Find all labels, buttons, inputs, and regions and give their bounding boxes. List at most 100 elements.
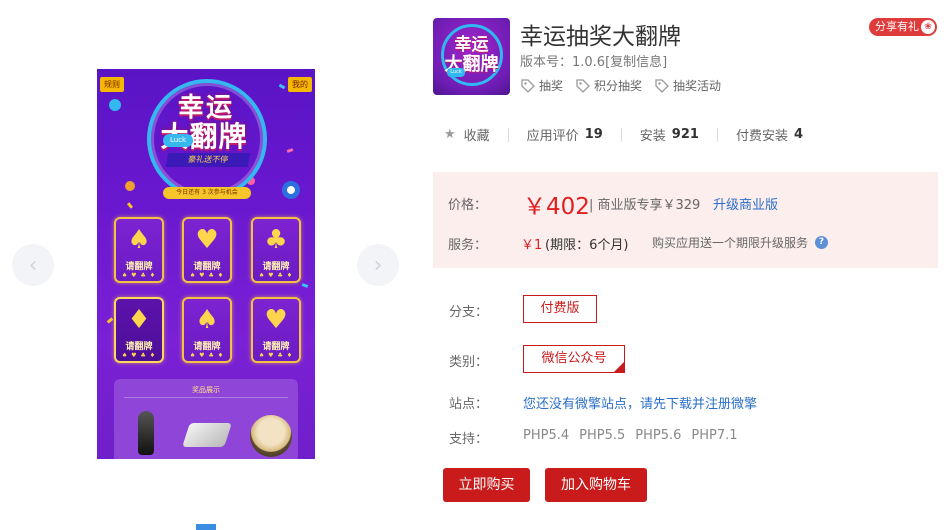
support-label: 支持： <box>449 432 489 447</box>
price-label: 价格： <box>448 198 488 213</box>
flip-card: ♠ 请翻牌 ♠ ♥ ♣ ♦ <box>182 297 232 363</box>
card-pips: ♠ ♥ ♣ ♦ <box>258 352 294 359</box>
branch-label: 分支： <box>449 305 489 320</box>
php-support-list: PHP5.4 PHP5.5 PHP5.6 PHP7.1 <box>523 428 738 443</box>
branch-option-label: 付费版 <box>540 301 580 316</box>
diamond-icon: ♦ <box>127 305 151 335</box>
tag-item[interactable]: 抽奖 <box>520 77 563 94</box>
prize-panel: 奖品展示 <box>114 379 298 459</box>
star-icon[interactable]: ★ <box>444 127 456 142</box>
php-version: PHP5.5 <box>579 428 626 443</box>
decor-ball <box>125 181 135 191</box>
install-count: 921 <box>671 127 699 142</box>
card-pips: ♠ ♥ ♣ ♦ <box>189 272 225 279</box>
screenshot-title-line2: 大翻牌 <box>160 120 248 153</box>
divider <box>620 127 622 142</box>
screenshot-ribbon: 豪礼送不停 <box>165 153 251 167</box>
tag-icon <box>521 78 535 93</box>
site-register-link[interactable]: 您还没有微擎站点，请先下载并注册微擎 <box>523 393 757 412</box>
version-info[interactable]: 版本号：1.0.6[复制信息] <box>520 51 667 70</box>
rating-count: 19 <box>584 127 603 142</box>
install-label: 安装 <box>639 129 666 144</box>
tag-icon <box>576 78 590 93</box>
gallery-next-button[interactable]: › <box>357 244 399 286</box>
tag-list: 抽奖 积分抽奖 抽奖活动 <box>520 77 721 94</box>
robot-vacuum-image <box>250 415 292 457</box>
buy-now-button[interactable]: 立即购买 <box>443 468 530 502</box>
app-icon-line2: 大翻牌 <box>444 54 499 75</box>
flip-card: ♥ 请翻牌 ♠ ♥ ♣ ♦ <box>251 297 301 363</box>
screenshot-gallery: ‹ 规则 我的 幸运 大翻牌 Luck 豪礼送不停 今日还有 3 次参与机会 ♠… <box>0 0 410 530</box>
site-label: 站点： <box>449 397 489 412</box>
paid-install-label: 付费安装 <box>735 129 788 144</box>
price-panel: 价格： ￥402 | 商业版专享￥329 升级商业版 服务： ￥1 (期限：6个… <box>433 172 938 268</box>
gift-icon: ❀ <box>921 20 935 34</box>
confetti <box>106 317 114 324</box>
decor-ball <box>282 181 300 199</box>
flip-card: ♣ 请翻牌 ♠ ♥ ♣ ♦ <box>251 217 301 283</box>
app-screenshot: 规则 我的 幸运 大翻牌 Luck 豪礼送不停 今日还有 3 次参与机会 ♠ 请… <box>97 69 315 459</box>
flip-card: ♠ 请翻牌 ♠ ♥ ♣ ♦ <box>114 217 164 283</box>
service-price: ￥1 <box>521 238 543 253</box>
card-label: 请翻牌 <box>262 262 290 272</box>
card-label: 请翻牌 <box>193 342 221 352</box>
divider <box>507 127 509 142</box>
paid-install-count: 4 <box>793 127 803 142</box>
card-pips: ♠ ♥ ♣ ♦ <box>258 272 294 279</box>
flip-card: ♦ 请翻牌 ♠ ♥ ♣ ♦ <box>114 297 164 363</box>
php-version: PHP7.1 <box>691 428 738 443</box>
category-option-label: 微信公众号 <box>541 351 607 366</box>
check-icon: ✓ <box>618 357 624 365</box>
add-to-cart-button[interactable]: 加入购物车 <box>545 468 647 502</box>
spade-icon: ♠ <box>195 305 219 335</box>
spade-icon: ♠ <box>127 225 151 255</box>
confetti <box>126 202 134 209</box>
branch-option-paid[interactable]: 付费版 <box>523 295 597 323</box>
gallery-indicator[interactable] <box>196 524 216 530</box>
card-label: 请翻牌 <box>125 262 153 272</box>
chance-pill: 今日还有 3 次参与机会 <box>163 187 251 199</box>
app-title: 幸运抽奖大翻牌 <box>520 24 681 50</box>
luck-badge: Luck <box>163 134 193 147</box>
tag-icon <box>655 78 669 93</box>
club-icon: ♣ <box>264 225 288 255</box>
category-option-wechat[interactable]: 微信公众号 ✓ <box>523 345 625 373</box>
service-term: (期限：6个月) <box>545 238 629 253</box>
power-bank-image <box>182 423 232 447</box>
chevron-left-icon: ‹ <box>28 252 38 278</box>
tag-item[interactable]: 积分抽奖 <box>575 77 642 94</box>
share-button[interactable]: 分享有礼 ❀ <box>869 18 937 36</box>
gallery-prev-button[interactable]: ‹ <box>12 244 54 286</box>
card-pips: ♠ ♥ ♣ ♦ <box>121 272 157 279</box>
price-value: ￥402 <box>523 194 590 220</box>
tag-label: 抽奖 <box>539 79 564 93</box>
tag-label: 积分抽奖 <box>594 79 643 93</box>
help-icon[interactable]: ? <box>815 236 828 249</box>
stats-bar: ★ 收藏 应用评价 19 安装 921 付费安装 4 <box>444 125 803 144</box>
service-label: 服务： <box>448 238 488 253</box>
rating-label[interactable]: 应用评价 <box>527 125 579 144</box>
tag-label: 抽奖活动 <box>673 79 722 93</box>
upgrade-link[interactable]: 升级商业版 <box>713 194 778 213</box>
card-label: 请翻牌 <box>262 342 290 352</box>
divider <box>124 397 288 398</box>
card-pips: ♠ ♥ ♣ ♦ <box>121 352 157 359</box>
shaver-image <box>138 411 154 455</box>
chevron-right-icon: › <box>373 252 383 278</box>
card-label: 请翻牌 <box>193 262 221 272</box>
tag-item[interactable]: 抽奖活动 <box>654 77 721 94</box>
app-icon: 幸运 大翻牌 Luck <box>433 18 510 95</box>
php-version: PHP5.4 <box>523 428 570 443</box>
confetti <box>301 283 309 288</box>
prize-title: 奖品展示 <box>192 386 220 394</box>
heart-icon: ♥ <box>195 225 219 255</box>
divider <box>716 127 718 142</box>
share-label: 分享有礼 <box>875 20 919 33</box>
card-label: 请翻牌 <box>125 342 153 352</box>
service-note: 购买应用送一个期限升级服务 <box>652 236 809 250</box>
business-price: | 商业版专享￥329 <box>589 198 701 213</box>
php-version: PHP5.6 <box>635 428 682 443</box>
favorite-label[interactable]: 收藏 <box>464 125 490 144</box>
category-label: 类别： <box>449 355 489 370</box>
heart-icon: ♥ <box>264 305 288 335</box>
